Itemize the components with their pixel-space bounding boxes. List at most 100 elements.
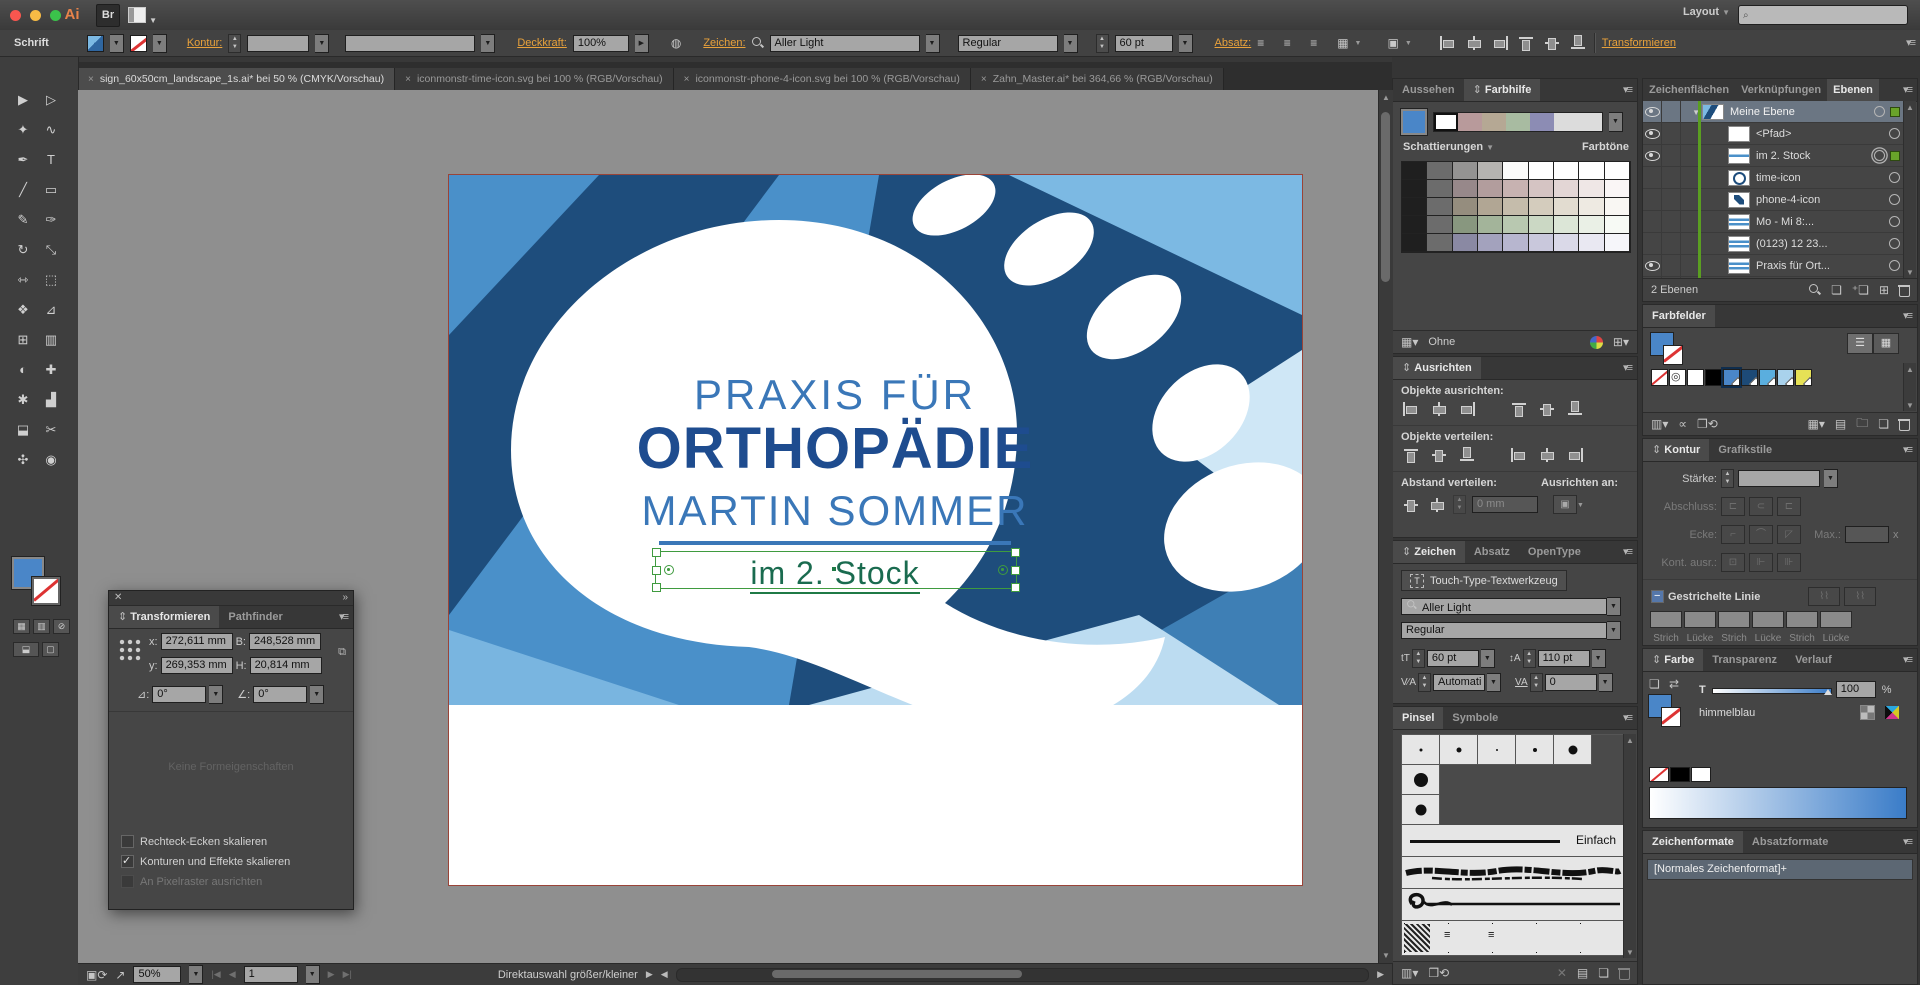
layers-scrollbar[interactable]: ▲▼ bbox=[1903, 101, 1916, 278]
last-artboard-arrow[interactable]: ▶| bbox=[343, 969, 352, 980]
weight-stepper[interactable] bbox=[1721, 469, 1734, 488]
brush-einfach[interactable]: Einfach bbox=[1402, 825, 1624, 857]
horizontal-scrollbar[interactable] bbox=[676, 968, 1369, 982]
dash-field[interactable] bbox=[1820, 611, 1852, 628]
horizontal-space-button[interactable] bbox=[1427, 497, 1447, 513]
opacity-field[interactable]: 100% bbox=[573, 35, 629, 52]
align-right-icon[interactable]: ≡ bbox=[1301, 36, 1317, 50]
align-top-button[interactable] bbox=[1509, 401, 1529, 417]
artboard-number-field[interactable]: 1 bbox=[244, 966, 298, 983]
color-spectrum-ramp[interactable] bbox=[1649, 787, 1907, 819]
swatch-color[interactable] bbox=[1777, 369, 1794, 386]
tool-lasso-icon[interactable]: ∿ bbox=[37, 115, 65, 145]
tool-type-icon[interactable]: T bbox=[37, 145, 65, 175]
tab-transformieren[interactable]: Transformieren bbox=[109, 606, 219, 628]
workspace-layout-icon[interactable]: ▼ bbox=[128, 7, 158, 23]
shade-swatch[interactable] bbox=[1478, 216, 1503, 234]
zoom-dropdown-icon[interactable] bbox=[189, 965, 203, 984]
layer-name[interactable]: phone-4-icon bbox=[1756, 194, 1858, 206]
stroke-weight-stepper[interactable] bbox=[228, 34, 241, 53]
align-vertical-bottom-icon[interactable] bbox=[1568, 35, 1588, 51]
swap-fill-stroke-icon[interactable]: ⇄ bbox=[1669, 677, 1679, 691]
layer-row[interactable]: (0123) 12 23... bbox=[1643, 233, 1904, 255]
layer-name[interactable]: Mo - Mi 8:... bbox=[1756, 216, 1858, 228]
shade-swatch[interactable] bbox=[1427, 198, 1452, 216]
color-mode-button[interactable]: ▦ bbox=[13, 619, 30, 634]
tool-pen-icon[interactable]: ✒ bbox=[9, 145, 37, 175]
swatch-color[interactable] bbox=[1759, 369, 1776, 386]
x-field[interactable]: 272,611 mm bbox=[161, 633, 233, 650]
shade-swatch[interactable] bbox=[1529, 234, 1554, 252]
target-circle-icon[interactable] bbox=[1889, 194, 1900, 205]
white-quick-swatch[interactable] bbox=[1691, 767, 1711, 782]
tab-grafikstile[interactable]: Grafikstile bbox=[1709, 439, 1781, 461]
swatch-kind-icon[interactable]: ▦▾ bbox=[1808, 417, 1825, 431]
layer-name[interactable]: im 2. Stock bbox=[1756, 150, 1858, 162]
transform-panel-link[interactable]: Transformieren bbox=[1602, 37, 1676, 49]
artboard-dropdown-icon[interactable] bbox=[306, 965, 320, 984]
shear-dropdown-icon[interactable] bbox=[310, 685, 324, 704]
shade-swatch[interactable] bbox=[1453, 162, 1478, 180]
swatch-color[interactable] bbox=[1687, 369, 1704, 386]
stroke-weight-dropdown-icon[interactable] bbox=[315, 34, 329, 53]
target-circle-icon[interactable] bbox=[1889, 260, 1900, 271]
search-input[interactable]: ⌕ bbox=[1738, 5, 1908, 25]
tab-close-icon[interactable]: × bbox=[405, 74, 411, 85]
align-horizontal-left-icon[interactable] bbox=[1438, 35, 1458, 51]
harmony-color-swatch[interactable] bbox=[1434, 113, 1458, 131]
tool-paintbrush-icon[interactable]: ✑ bbox=[37, 205, 65, 235]
tool-mesh-icon[interactable]: ⊞ bbox=[9, 325, 37, 355]
swatch-library-icon[interactable]: ▥▾ bbox=[1651, 417, 1668, 431]
width-field[interactable]: 248,528 mm bbox=[249, 633, 321, 650]
grid-view-button[interactable]: ▦ bbox=[1873, 333, 1899, 354]
stroke-color-swatch[interactable] bbox=[130, 35, 147, 52]
tracking-dropdown-icon[interactable] bbox=[1599, 673, 1613, 692]
layer-row[interactable]: phone-4-icon bbox=[1643, 189, 1904, 211]
panel-menu-icon[interactable] bbox=[1623, 541, 1637, 563]
shade-swatch[interactable] bbox=[1503, 216, 1528, 234]
tracking-stepper[interactable] bbox=[1530, 673, 1543, 692]
shade-swatch[interactable] bbox=[1503, 234, 1528, 252]
shade-swatch[interactable] bbox=[1554, 180, 1579, 198]
align-horizontal-right-icon[interactable] bbox=[1490, 35, 1510, 51]
layer-name[interactable]: (0123) 12 23... bbox=[1756, 238, 1858, 250]
panel-close-icon[interactable]: ✕ bbox=[114, 591, 122, 605]
vertical-scroll-thumb[interactable] bbox=[1381, 112, 1390, 282]
align-center-icon[interactable]: ≡ bbox=[1279, 36, 1295, 50]
shade-swatch[interactable] bbox=[1579, 234, 1604, 252]
shade-swatch[interactable] bbox=[1503, 162, 1528, 180]
weight-dropdown-icon[interactable] bbox=[1824, 469, 1838, 488]
shade-swatch[interactable] bbox=[1478, 162, 1503, 180]
variable-width-profile-field[interactable] bbox=[345, 35, 475, 52]
themes-icon[interactable]: ∝ bbox=[1678, 417, 1687, 431]
opacity-panel-link[interactable]: Deckkraft: bbox=[517, 37, 567, 49]
shade-swatch[interactable] bbox=[1427, 180, 1452, 198]
list-view-button[interactable]: ☰ bbox=[1847, 333, 1873, 354]
shade-swatch[interactable] bbox=[1427, 234, 1452, 252]
swatch-color[interactable] bbox=[1741, 369, 1758, 386]
shade-swatch[interactable] bbox=[1605, 162, 1630, 180]
shade-swatch[interactable] bbox=[1402, 180, 1427, 198]
shades-dropdown[interactable]: Schattierungen ▼ bbox=[1403, 141, 1494, 153]
layer-row[interactable]: time-icon bbox=[1643, 167, 1904, 189]
swatch-color[interactable] bbox=[1723, 369, 1740, 386]
swatch-registration[interactable] bbox=[1669, 369, 1686, 386]
align-horizontal-center-icon[interactable] bbox=[1464, 35, 1484, 51]
dash-field[interactable] bbox=[1650, 611, 1682, 628]
tool-free-transform-icon[interactable]: ⬚ bbox=[37, 265, 65, 295]
style-normal-item[interactable]: [Normales Zeichenformat]+ bbox=[1647, 859, 1913, 880]
visibility-cell[interactable] bbox=[1643, 211, 1662, 232]
scroll-down-arrow[interactable]: ▼ bbox=[1379, 951, 1393, 960]
shade-swatch[interactable] bbox=[1402, 216, 1427, 234]
font-size-stepper[interactable] bbox=[1096, 34, 1109, 53]
shade-swatch[interactable] bbox=[1478, 198, 1503, 216]
lock-cell[interactable] bbox=[1662, 233, 1681, 254]
visibility-cell[interactable] bbox=[1643, 167, 1662, 188]
none-quick-swatch[interactable] bbox=[1649, 767, 1669, 782]
font-style-dropdown-icon[interactable] bbox=[1064, 34, 1078, 53]
gpu-preview-icon[interactable]: ▣⟳ bbox=[86, 968, 107, 982]
dash-field[interactable] bbox=[1786, 611, 1818, 628]
font-style-field[interactable]: Regular bbox=[1401, 622, 1607, 639]
align-to-selection-button[interactable]: ▣ bbox=[1553, 495, 1577, 514]
stroke-weight-field[interactable] bbox=[247, 35, 309, 52]
